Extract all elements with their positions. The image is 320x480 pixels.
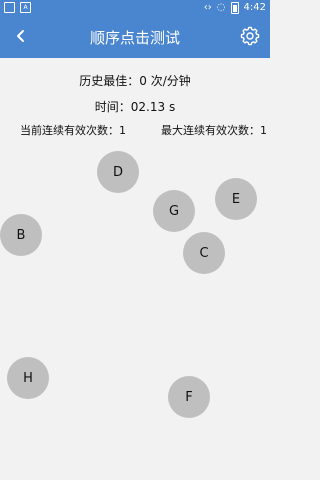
settings-button[interactable] — [238, 24, 262, 48]
gear-icon — [240, 26, 260, 46]
elapsed-time-text: 时间：02.13 s — [94, 100, 176, 114]
status-bar-left: A — [4, 2, 31, 13]
signal-icon: ◌ — [216, 2, 226, 13]
target-circle-f[interactable]: F — [168, 376, 210, 418]
target-circle-d[interactable]: D — [97, 151, 139, 193]
battery-icon — [230, 2, 239, 14]
target-circle-e[interactable]: E — [215, 178, 257, 220]
font-icon: A — [20, 2, 31, 13]
target-circle-b[interactable]: B — [0, 214, 42, 256]
data-arrows-icon: ‹› — [203, 2, 212, 13]
target-circle-g[interactable]: G — [153, 190, 195, 232]
status-time: 4:42 — [243, 2, 266, 13]
status-bar-right: ‹› ◌ 4:42 — [204, 2, 266, 14]
page-title: 顺序点击测试 — [89, 29, 180, 47]
image-icon — [4, 2, 15, 13]
app-bar: 顺序点击测试 — [0, 16, 270, 58]
font-icon-label: A — [23, 3, 28, 11]
max-streak-text: 最大连续有效次数：1 — [161, 124, 267, 137]
status-bar: A ‹› ◌ 4:42 — [0, 0, 270, 16]
target-circle-c[interactable]: C — [183, 232, 225, 274]
best-record-text: 历史最佳：0 次/分钟 — [79, 74, 191, 88]
current-streak-text: 当前连续有效次数：1 — [20, 124, 126, 137]
target-circle-h[interactable]: H — [7, 357, 49, 399]
